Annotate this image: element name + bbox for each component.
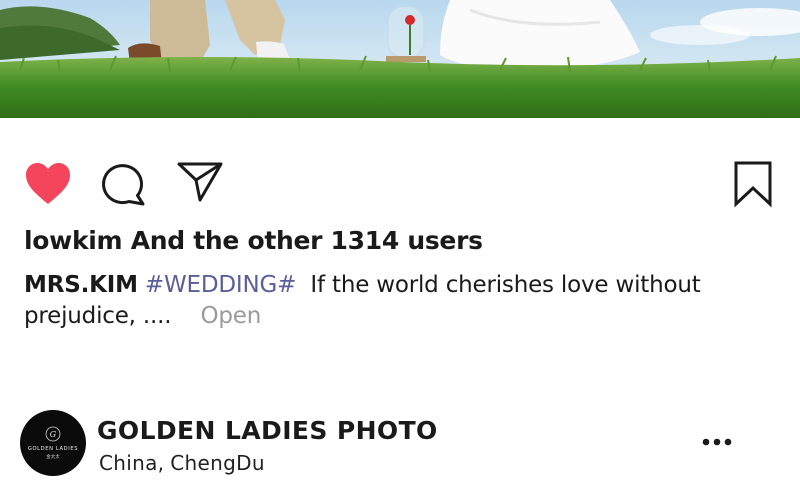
avatar-logo-text: GOLDEN LADIES bbox=[28, 446, 78, 452]
likes-text[interactable]: lowkim And the other 1314 users bbox=[24, 226, 483, 255]
heart-icon[interactable] bbox=[24, 162, 72, 210]
bookmark-icon[interactable] bbox=[733, 160, 773, 212]
caption-author[interactable]: MRS.KIM bbox=[24, 272, 138, 298]
caption-open-link[interactable]: Open bbox=[200, 303, 261, 329]
svg-text:G: G bbox=[50, 430, 57, 439]
post-caption: MRS.KIM #WEDDING# If the world cherishes… bbox=[24, 270, 744, 332]
send-icon[interactable] bbox=[176, 160, 224, 208]
avatar[interactable]: G GOLDEN LADIES 金太太 bbox=[20, 410, 86, 476]
caption-hashtag[interactable]: #WEDDING# bbox=[145, 272, 296, 298]
more-horizontal-icon[interactable] bbox=[700, 433, 734, 451]
post-action-bar bbox=[0, 158, 800, 208]
profile-row: G GOLDEN LADIES 金太太 GOLDEN LADIES PHOTO … bbox=[0, 405, 800, 485]
avatar-sub-text: 金太太 bbox=[46, 453, 60, 460]
profile-name[interactable]: GOLDEN LADIES PHOTO bbox=[97, 416, 438, 445]
post-photo[interactable] bbox=[0, 0, 800, 118]
comment-icon[interactable] bbox=[101, 162, 147, 210]
profile-location[interactable]: China, ChengDu bbox=[99, 451, 265, 475]
